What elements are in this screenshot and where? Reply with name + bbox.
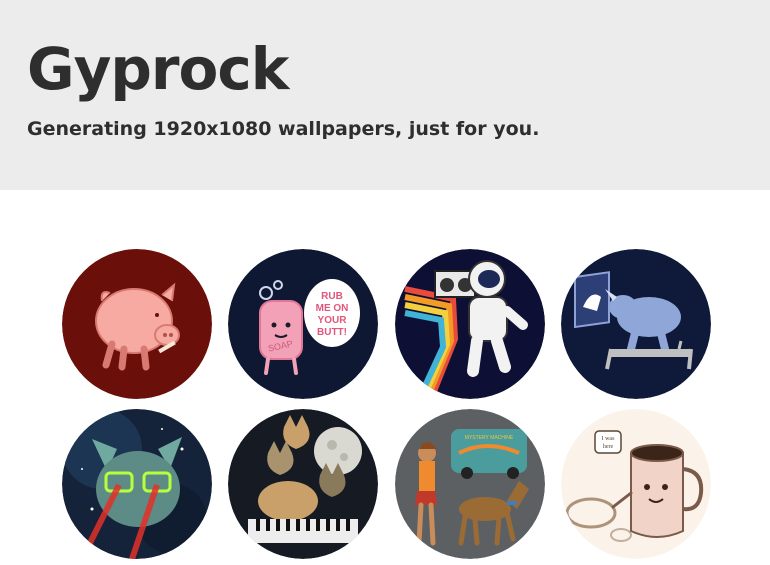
wallpaper-thumbnail-keyboard-cats[interactable] bbox=[228, 409, 378, 559]
astronaut-boombox-icon bbox=[395, 249, 545, 399]
speech-line-1: RUB bbox=[321, 291, 343, 302]
pig-smoking-icon bbox=[62, 249, 212, 399]
soap-bar-icon: SOAP RUB ME ON YOUR BUTT! bbox=[228, 249, 378, 399]
cats-moon-keyboard-icon bbox=[228, 409, 378, 559]
speech-line-4: BUTT! bbox=[317, 327, 347, 338]
wallpaper-thumbnail-coffee-mug[interactable]: I was here bbox=[561, 409, 711, 559]
wallpaper-thumbnail-soap[interactable]: SOAP RUB ME ON YOUR BUTT! bbox=[228, 249, 378, 399]
speech-line-2: ME ON bbox=[316, 303, 349, 314]
laser-cat-space-icon bbox=[62, 409, 212, 559]
speech-line-3: YOUR bbox=[318, 315, 348, 326]
wallpaper-thumbnail-mystery-van[interactable]: MYSTERY MACHINE bbox=[395, 409, 545, 559]
wallpaper-thumbnail-laser-cat[interactable] bbox=[62, 409, 212, 559]
mystery-van-dog-icon: MYSTERY MACHINE bbox=[395, 409, 545, 559]
van-label: MYSTERY MACHINE bbox=[465, 435, 514, 441]
wallpaper-grid: SOAP RUB ME ON YOUR BUTT! MYSTERY MACHIN… bbox=[0, 0, 770, 565]
wallpaper-thumbnail-rhino[interactable] bbox=[561, 249, 711, 399]
wallpaper-thumbnail-astronaut[interactable] bbox=[395, 249, 545, 399]
wallpaper-thumbnail-pig[interactable] bbox=[62, 249, 212, 399]
rhino-treadmill-icon bbox=[561, 249, 711, 399]
coffee-mug-icon: I was here bbox=[561, 409, 711, 559]
mug-speech-line-2: here bbox=[603, 444, 614, 450]
mug-speech-line-1: I was bbox=[602, 436, 615, 442]
